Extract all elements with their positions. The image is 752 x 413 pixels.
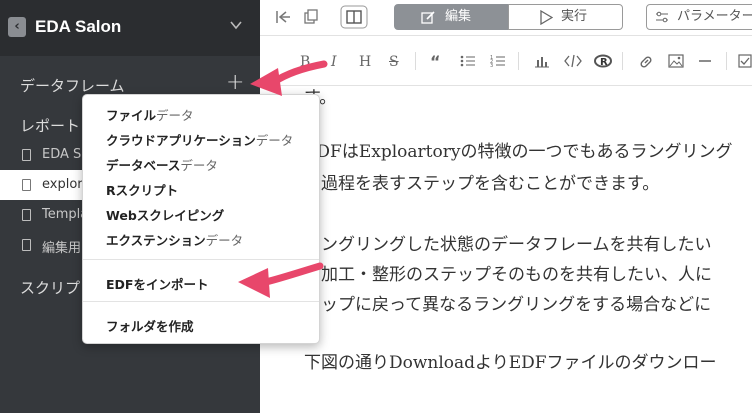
strikethrough-button[interactable]: S — [389, 54, 399, 70]
toolbar-divider — [622, 52, 623, 70]
content-line: の加工・整形のステップそのものを共有したい、人に — [304, 265, 712, 285]
svg-text:R: R — [600, 57, 608, 68]
run-mode-label: 実行 — [561, 9, 588, 24]
top-toolbar: 編集 実行 パラメーター — [260, 0, 752, 36]
annotation-arrow-icon — [250, 60, 328, 96]
menu-item-label: クラウドアプリケーション — [106, 133, 256, 148]
bullet-list-icon[interactable] — [460, 54, 476, 68]
menu-item-import-edf[interactable]: EDFをインポート — [106, 274, 208, 293]
document-icon — [22, 149, 31, 161]
content-line: ラングリングした状態のデータフレームを共有したい — [304, 235, 712, 255]
svg-text:3: 3 — [490, 63, 493, 68]
menu-item-label: Webスクレイピング — [106, 208, 225, 223]
document-content[interactable]: す。 EDFはExploartoryの特徴の一つでもあるラングリング る過程を表… — [260, 87, 752, 413]
main-editor: 編集 実行 パラメーター B I H S “ 123 R す。 EDFはExpl… — [260, 0, 752, 413]
toolbar-divider — [415, 52, 416, 70]
menu-item-suffix: データ — [255, 133, 294, 148]
menu-item-web-scraping[interactable]: Webスクレイピング — [106, 205, 224, 224]
hr-icon[interactable] — [698, 54, 712, 68]
content-line: EDFはExploartoryの特徴の一つでもあるラングリング — [304, 142, 733, 162]
menu-item-database-data[interactable]: データベースデータ — [106, 155, 218, 174]
edit-mode-button[interactable]: 編集 — [394, 4, 509, 30]
menu-item-suffix: データ — [180, 158, 218, 173]
menu-item-label: ファイル — [106, 108, 157, 123]
report-item-label: 編集用 — [42, 241, 82, 256]
back-button[interactable]: ‹ — [8, 17, 26, 37]
code-icon[interactable] — [564, 54, 582, 68]
parameters-button[interactable]: パラメーター — [646, 4, 752, 30]
sidebar-header: ‹ EDA Salon — [0, 0, 260, 56]
heading-button[interactable]: H — [359, 54, 371, 70]
quote-icon[interactable]: “ — [430, 52, 441, 71]
parameters-label: パラメーター — [677, 9, 752, 24]
toolbar-divider — [726, 52, 727, 70]
menu-item-r-script[interactable]: Rスクリプト — [106, 180, 178, 199]
document-icon — [22, 179, 31, 191]
edit-mode-label: 編集 — [445, 9, 472, 24]
section-dataframes: データフレーム — [20, 77, 125, 95]
menu-item-suffix: データ — [156, 108, 194, 123]
sliders-icon — [656, 11, 668, 23]
menu-item-label: エクステンション — [106, 233, 206, 248]
menu-item-cloud-app-data[interactable]: クラウドアプリケーションデータ — [106, 130, 293, 149]
content-line: 下図の通りDownloadよりEDFファイルのダウンロー — [304, 353, 717, 373]
chevron-down-icon[interactable] — [229, 18, 243, 32]
menu-item-suffix: データ — [205, 233, 244, 248]
menu-item-file-data[interactable]: ファイルデータ — [106, 105, 194, 124]
content-line: る過程を表すステップを含むことができます。 — [304, 174, 660, 194]
italic-button[interactable]: I — [331, 54, 337, 70]
link-icon[interactable] — [638, 54, 654, 70]
copy-icon[interactable] — [302, 8, 320, 26]
toolbar-divider — [518, 52, 519, 70]
play-icon — [540, 10, 553, 25]
image-icon[interactable] — [668, 54, 684, 68]
section-reports: レポート — [20, 117, 81, 135]
menu-item-label: Rスクリプト — [106, 183, 179, 198]
document-icon — [22, 209, 31, 221]
project-title: EDA Salon — [35, 17, 122, 36]
menu-item-extension-data[interactable]: エクステンションデータ — [106, 230, 243, 249]
menu-item-create-folder[interactable]: フォルダを作成 — [106, 316, 194, 335]
checkbox-icon[interactable] — [738, 54, 752, 68]
edit-icon — [421, 11, 435, 24]
content-line: テップに戻って異なるラングリングをする場合などに — [304, 295, 712, 315]
chart-icon[interactable] — [534, 54, 550, 68]
run-mode-button[interactable]: 実行 — [508, 4, 623, 30]
menu-item-label: EDFをインポート — [106, 277, 209, 292]
report-item-label: EDA S — [42, 147, 82, 162]
r-icon[interactable]: R — [594, 54, 612, 68]
menu-item-label: データベース — [106, 158, 181, 173]
section-scripts: スクリプ — [20, 279, 81, 297]
annotation-arrow-icon — [238, 262, 324, 298]
collapse-left-icon[interactable] — [274, 8, 292, 26]
document-icon — [22, 239, 31, 251]
menu-item-label: フォルダを作成 — [106, 319, 194, 334]
split-view-icon[interactable] — [340, 5, 368, 29]
add-dataframe-plus-icon[interactable]: + — [226, 72, 244, 94]
numbered-list-icon[interactable]: 123 — [490, 54, 506, 68]
